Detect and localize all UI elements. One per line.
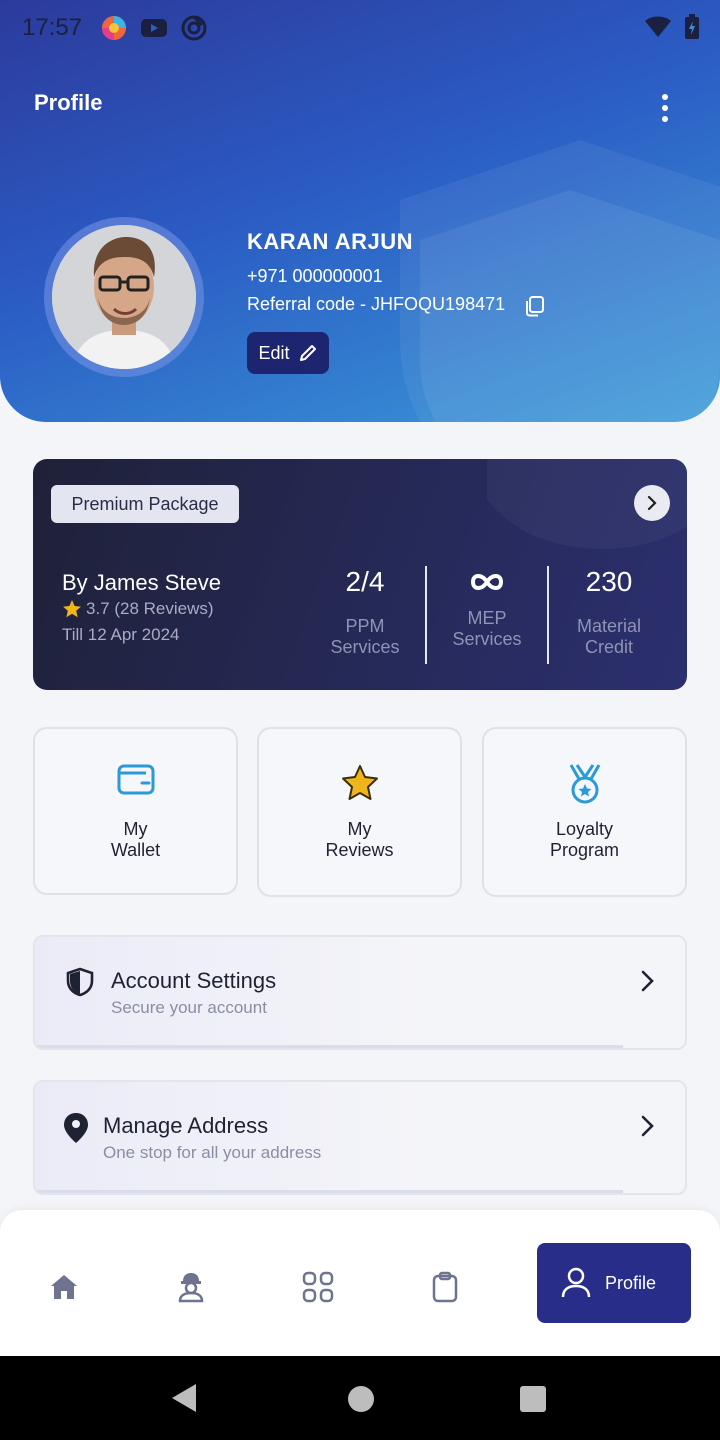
stat-ppm-label-1: PPM — [345, 616, 385, 636]
nav-orders[interactable] — [425, 1267, 465, 1307]
nav-profile[interactable]: Profile — [537, 1243, 691, 1323]
shield-icon — [66, 967, 94, 997]
account-settings-subtitle: Secure your account — [111, 998, 267, 1017]
user-phone: +971 000000001 — [247, 266, 383, 286]
browser-app-icon — [102, 16, 126, 40]
recents-icon[interactable] — [520, 1386, 546, 1412]
manage-address-title: Manage Address — [103, 1113, 269, 1138]
package-card[interactable]: Premium Package By James Steve 3.7 (28 R… — [33, 459, 687, 690]
package-arrow-button[interactable] — [634, 485, 670, 521]
edit-label: Edit — [258, 342, 290, 363]
avatar-photo — [52, 225, 196, 369]
status-time: 17:57 — [22, 14, 83, 41]
clipboard-icon — [432, 1271, 458, 1303]
loyalty-program-button[interactable]: Loyalty Program — [482, 727, 687, 897]
system-nav-bar — [0, 1356, 720, 1440]
manage-address-subtitle: One stop for all your address — [103, 1143, 322, 1162]
profile-icon — [561, 1267, 591, 1298]
wifi-icon — [645, 16, 671, 37]
chevron-right-icon — [641, 1115, 654, 1137]
avatar-ring — [44, 217, 204, 377]
row-accent-line — [35, 1190, 623, 1193]
nav-profile-label: Profile — [605, 1272, 657, 1293]
reviews-label-2: Reviews — [325, 840, 394, 860]
wallet-icon — [117, 764, 154, 795]
edit-profile-button[interactable]: Edit — [247, 332, 329, 374]
bottom-nav: Profile — [0, 1210, 720, 1356]
profile-header: 17:57 Profile KARAN ARJUN +971 000000001… — [0, 0, 720, 422]
status-bar: 17:57 — [0, 0, 720, 56]
stat-material-credit-value: 230 — [585, 566, 633, 597]
battery-charging-icon — [685, 14, 699, 39]
stat-ppm-value: 2/4 — [345, 566, 385, 597]
user-name: KARAN ARJUN — [247, 229, 414, 254]
package-expiry: Till 12 Apr 2024 — [62, 625, 180, 644]
reviews-label-1: My — [347, 819, 372, 839]
nav-services[interactable] — [298, 1267, 338, 1307]
package-badge: Premium Package — [51, 485, 239, 523]
infinity-icon — [432, 564, 542, 600]
pencil-icon — [299, 345, 316, 361]
stat-material-label-2: Credit — [584, 637, 633, 657]
stat-mep-label-1: MEP — [467, 608, 507, 628]
account-settings-title: Account Settings — [111, 968, 277, 993]
stat-material-label-1: Material — [576, 616, 642, 636]
loyalty-label-2: Program — [549, 840, 620, 860]
nav-home[interactable] — [44, 1267, 84, 1307]
package-rating: 3.7 (28 Reviews) — [62, 599, 214, 619]
home-button-icon[interactable] — [348, 1386, 374, 1412]
package-provider: By James Steve — [62, 570, 221, 595]
wallet-label-1: My — [123, 819, 148, 839]
copy-icon[interactable] — [522, 294, 546, 318]
my-reviews-button[interactable]: My Reviews — [257, 727, 462, 897]
home-icon — [51, 1275, 77, 1299]
medal-icon — [569, 764, 600, 804]
worker-icon — [178, 1273, 204, 1303]
stat-mep: MEP Services — [432, 564, 542, 650]
avatar[interactable] — [52, 225, 196, 369]
location-pin-icon — [64, 1113, 88, 1143]
rating-text: 3.7 (28 Reviews) — [86, 599, 214, 618]
manage-address-row[interactable]: Manage Address One stop for all your add… — [33, 1080, 687, 1195]
my-wallet-button[interactable]: My Wallet — [33, 727, 238, 895]
row-accent-line — [35, 1045, 623, 1048]
loyalty-label-1: Loyalty — [555, 819, 614, 839]
nav-workers[interactable] — [171, 1267, 211, 1307]
divider — [425, 566, 427, 664]
youtube-app-icon — [141, 19, 167, 37]
back-icon[interactable] — [172, 1384, 196, 1412]
page-title: Profile — [34, 90, 103, 115]
star-icon — [341, 765, 378, 800]
wallet-label-2: Wallet — [110, 840, 161, 860]
more-options-icon[interactable] — [650, 94, 680, 124]
chevron-right-icon — [641, 970, 654, 992]
sync-app-icon — [181, 15, 207, 41]
account-settings-row[interactable]: Account Settings Secure your account — [33, 935, 687, 1050]
divider — [547, 566, 549, 664]
stat-mep-label-2: Services — [452, 629, 522, 649]
chevron-right-icon — [647, 495, 657, 511]
stat-ppm: 2/4 PPM Services — [310, 564, 420, 658]
stat-material-credit: 230 Material Credit — [554, 564, 664, 658]
referral-code: Referral code - JHFOQU198471 — [247, 294, 506, 314]
star-rating-icon — [63, 600, 81, 618]
grid-icon — [302, 1271, 334, 1303]
stat-ppm-label-2: Services — [330, 637, 400, 657]
